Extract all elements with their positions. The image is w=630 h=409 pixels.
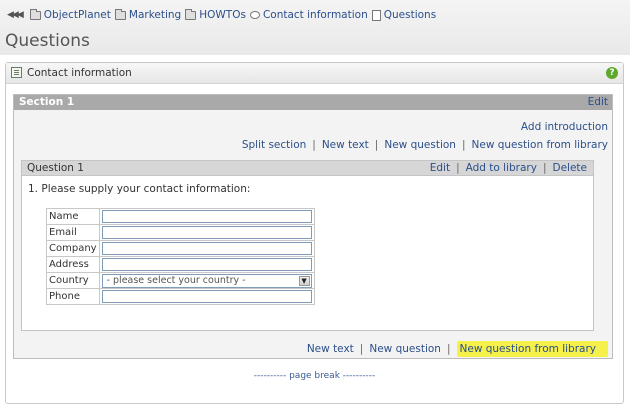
new-question-link[interactable]: New question <box>384 139 456 151</box>
field-label: Company <box>46 240 100 257</box>
address-input[interactable] <box>101 258 312 271</box>
separator: | <box>456 162 460 174</box>
top-bar: ◀◀◀ ObjectPlanet Marketing HOWTOs Contac… <box>0 0 630 55</box>
breadcrumb-label[interactable]: Questions <box>384 9 436 21</box>
separator: | <box>312 139 316 151</box>
separator: | <box>374 139 379 151</box>
form-row-company: Company <box>46 240 315 257</box>
question-1: Question 1 Edit | Add to library | Delet… <box>21 160 594 331</box>
form-row-address: Address <box>46 256 315 273</box>
page-title: Questions <box>5 31 90 51</box>
breadcrumb-label[interactable]: Contact information <box>263 9 368 21</box>
add-introduction-link[interactable]: Add introduction <box>521 121 608 133</box>
page-break-link[interactable]: ---------- page break ---------- <box>6 371 623 381</box>
chat-icon <box>249 11 260 19</box>
folder-icon <box>114 8 126 20</box>
section-1: Section 1 Edit Add introduction Split se… <box>13 94 613 359</box>
new-text-link[interactable]: New text <box>322 139 369 151</box>
folder-icon <box>185 8 197 20</box>
name-input[interactable] <box>101 210 312 223</box>
country-select[interactable]: - please select your country - ▼ <box>101 273 312 288</box>
breadcrumb-marketing[interactable]: Marketing <box>114 8 181 21</box>
form-row-email: Email <box>46 224 315 241</box>
form-row-name: Name <box>46 208 315 225</box>
breadcrumb-howtos[interactable]: HOWTOs <box>185 8 246 21</box>
question-edit-link[interactable]: Edit <box>430 162 450 174</box>
question-text: 1. Please supply your contact informatio… <box>28 183 251 195</box>
question-title: Question 1 <box>27 162 84 174</box>
separator: | <box>461 139 466 151</box>
section-edit-link[interactable]: Edit <box>588 96 608 108</box>
contact-form: Name Email Company Address Country - ple… <box>46 208 315 305</box>
breadcrumb-label[interactable]: HOWTOs <box>199 9 246 21</box>
form-icon <box>11 67 22 78</box>
company-input[interactable] <box>101 242 312 255</box>
breadcrumb: ◀◀◀ ObjectPlanet Marketing HOWTOs Contac… <box>7 8 436 22</box>
folder-icon <box>29 8 41 20</box>
split-section-link[interactable]: Split section <box>242 139 306 151</box>
breadcrumb-contact-information[interactable]: Contact information <box>249 9 368 21</box>
field-label: Name <box>46 208 100 225</box>
breadcrumb-questions[interactable]: Questions <box>371 9 436 21</box>
question-header: Question 1 Edit | Add to library | Delet… <box>22 161 593 176</box>
section-header: Section 1 Edit <box>14 95 612 110</box>
new-question-from-library-link[interactable]: New question from library <box>472 139 609 151</box>
document-icon <box>371 9 381 21</box>
help-icon[interactable]: ? <box>606 67 618 79</box>
new-question-link[interactable]: New question <box>369 343 441 355</box>
section-toolbar-bottom: New text | New question | New question f… <box>307 341 608 357</box>
delete-question-link[interactable]: Delete <box>553 162 588 174</box>
country-select-value: - please select your country - <box>106 274 246 286</box>
separator: | <box>359 343 364 355</box>
email-input[interactable] <box>101 226 312 239</box>
form-row-country: Country - please select your country - ▼ <box>46 272 315 289</box>
section-toolbar-top: Split section | New text | New question … <box>242 139 608 151</box>
phone-input[interactable] <box>101 290 312 303</box>
question-actions: Edit | Add to library | Delete <box>430 162 587 174</box>
field-label: Country <box>46 272 100 289</box>
new-question-from-library-link[interactable]: New question from library <box>456 341 608 357</box>
add-to-library-link[interactable]: Add to library <box>466 162 537 174</box>
field-label: Phone <box>46 288 100 305</box>
dropdown-arrow-icon[interactable]: ▼ <box>298 275 310 286</box>
field-label: Address <box>46 256 100 273</box>
separator: | <box>446 343 451 355</box>
panel-header: Contact information ? <box>6 63 623 84</box>
form-row-phone: Phone <box>46 288 315 305</box>
breadcrumb-objectplanet[interactable]: ObjectPlanet <box>29 8 111 21</box>
new-text-link[interactable]: New text <box>307 343 354 355</box>
back-arrows-icon[interactable]: ◀◀◀ <box>7 10 24 20</box>
breadcrumb-label[interactable]: ObjectPlanet <box>44 9 111 21</box>
section-title: Section 1 <box>19 96 75 108</box>
panel-title: Contact information <box>27 67 132 79</box>
survey-panel: Contact information ? Section 1 Edit Add… <box>5 62 624 404</box>
separator: | <box>542 162 547 174</box>
field-label: Email <box>46 224 100 241</box>
breadcrumb-label[interactable]: Marketing <box>129 9 181 21</box>
